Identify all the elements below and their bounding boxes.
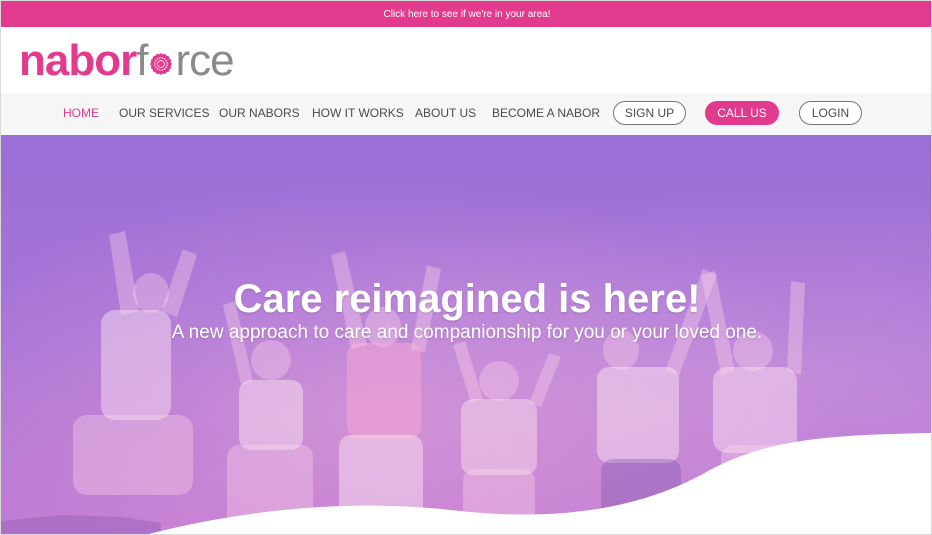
page-frame: Click here to see if we're in your area!… <box>0 0 932 535</box>
site-header: nabor f rce <box>1 27 931 93</box>
hero-title: Care reimagined is here! <box>233 277 701 321</box>
announcement-bar[interactable]: Click here to see if we're in your area! <box>1 1 931 27</box>
flower-petal <box>164 60 168 64</box>
flower-icon <box>150 53 173 75</box>
nav-item-our-services[interactable]: OUR SERVICES <box>119 106 209 120</box>
hero-subtitle: A new approach to care and companionship… <box>171 322 763 343</box>
announcement-text[interactable]: Click here to see if we're in your area! <box>384 9 551 20</box>
nav-item-become-a-nabor[interactable]: BECOME A NABOR <box>492 106 600 120</box>
nav-item-about-us[interactable]: ABOUT US <box>415 106 476 120</box>
logo-text-rce: rce <box>175 36 234 85</box>
nav-item-home[interactable]: HOME <box>63 106 99 120</box>
logo-text-nabor: nabor <box>19 36 137 85</box>
main-nav: HOME OUR SERVICES OUR NABORS HOW IT WORK… <box>1 93 931 136</box>
sign-up-button[interactable]: SIGN UP <box>613 101 686 125</box>
flower-petal <box>167 58 172 63</box>
naborforce-logo[interactable]: nabor f rce <box>19 36 235 85</box>
nav-item-how-it-works[interactable]: HOW IT WORKS <box>312 106 404 120</box>
login-button[interactable]: LOGIN <box>799 101 862 125</box>
logo-text-f: f <box>136 36 148 85</box>
logo-text-force: f rce <box>136 36 234 85</box>
call-us-button[interactable]: CALL US <box>705 101 779 125</box>
nav-item-our-nabors[interactable]: OUR NABORS <box>219 106 300 120</box>
